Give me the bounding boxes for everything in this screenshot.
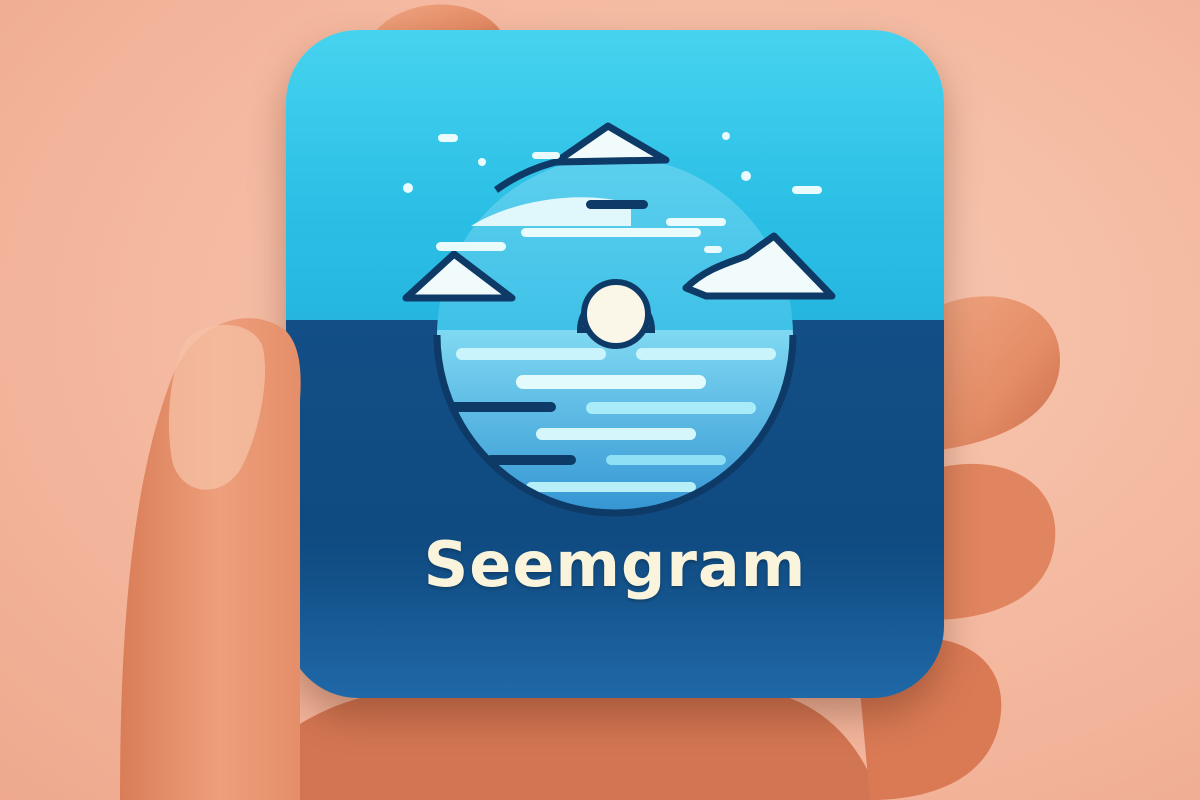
photo-scene: Seemgram (0, 0, 1200, 800)
finger-right-2 (930, 463, 1056, 620)
palm-base (230, 690, 880, 800)
app-icon[interactable]: Seemgram (286, 30, 944, 698)
app-name-label: Seemgram (423, 528, 807, 601)
finger-right-1 (930, 296, 1060, 450)
peak-top (552, 122, 670, 166)
